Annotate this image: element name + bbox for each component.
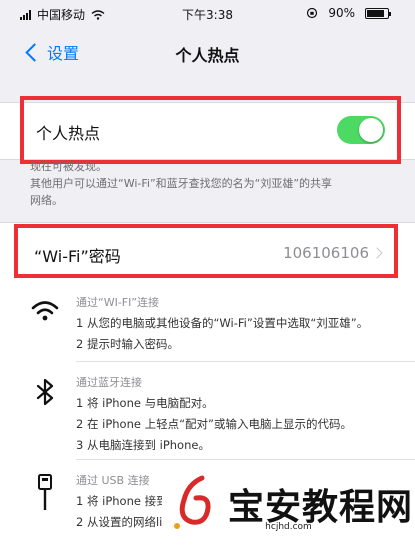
highlight-box-hotspot (20, 96, 401, 164)
bluetooth-guide-heading: 通过蓝牙连接 (76, 376, 142, 389)
hotspot-description: 现在可被发现。 其他用户可以通过“Wi-Fi”和蓝牙查找您的名为“刘亚雄”的共享… (30, 158, 385, 209)
description-line: 现在可被发现。 (30, 160, 107, 173)
watermark-url: hcjhd.com (265, 522, 312, 532)
navigation-bar: 设置 个人热点 (0, 28, 415, 72)
wifi-guide-step: 2 提示时输入密码。 (76, 337, 179, 351)
bluetooth-guide-text: 通过蓝牙连接 1 将 iPhone 与电脑配对。 2 在 iPhone 上轻点“… (76, 372, 352, 456)
orientation-lock-icon (307, 7, 318, 19)
description-line: 其他用户可以通过“Wi-Fi”和蓝牙查找您的名为“刘亚雄”的共享 (30, 177, 333, 190)
status-right: 90% (306, 6, 391, 20)
highlight-box-wifi-password (14, 224, 398, 278)
battery-icon (365, 7, 391, 19)
page-title: 个人热点 (175, 46, 240, 65)
bluetooth-guide-step: 3 从电脑连接到 iPhone。 (76, 438, 210, 452)
battery-percent: 90% (328, 6, 355, 20)
bluetooth-guide-step: 1 将 iPhone 与电脑配对。 (76, 396, 214, 410)
wifi-icon (31, 301, 59, 321)
bluetooth-icon (36, 378, 54, 406)
wifi-guide-heading: 通过“WI-FI”连接 (76, 296, 160, 309)
status-bar: 中国移动 下午3:38 90% (0, 0, 415, 28)
description-line: 网络。 (30, 194, 63, 207)
usb-cable-icon (38, 474, 52, 510)
bluetooth-connect-guide: 通过蓝牙连接 1 将 iPhone 与电脑配对。 2 在 iPhone 上轻点“… (0, 362, 415, 460)
watermark: 宝安教程网 hcjhd.com (162, 468, 415, 545)
bluetooth-guide-step: 2 在 iPhone 上轻点“配对”或输入电脑上显示的代码。 (76, 417, 353, 431)
wifi-connect-guide: 通过“WI-FI”连接 1 从您的电脑或其他设备的“Wi-Fi”设置中选取“刘亚… (0, 282, 415, 362)
wifi-guide-text: 通过“WI-FI”连接 1 从您的电脑或其他设备的“Wi-Fi”设置中选取“刘亚… (76, 292, 368, 355)
wifi-guide-step: 1 从您的电脑或其他设备的“Wi-Fi”设置中选取“刘亚雄”。 (76, 316, 369, 330)
